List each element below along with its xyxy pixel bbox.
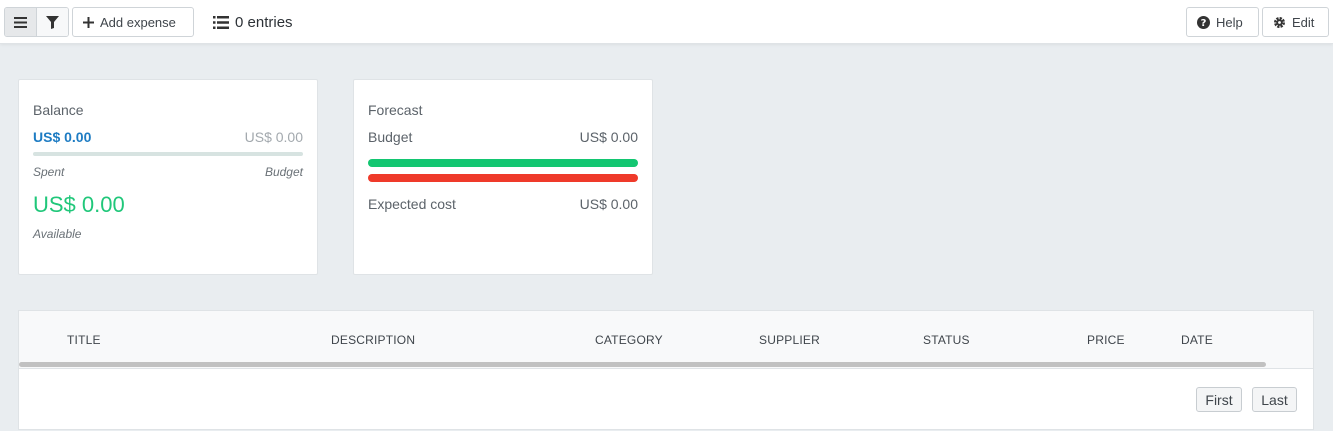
expected-cost-value: US$ 0.00	[579, 196, 638, 212]
budget-bar	[368, 159, 638, 167]
first-page-button[interactable]: First	[1196, 387, 1242, 412]
top-toolbar: Add expense 0 entries ? Help Edit	[0, 0, 1333, 44]
plus-icon	[83, 16, 94, 28]
expected-cost-bar	[368, 174, 638, 182]
help-label: Help	[1216, 14, 1243, 30]
column-header-title[interactable]: TITLE	[67, 333, 101, 347]
spent-value: US$ 0.00	[33, 129, 92, 145]
column-header-status[interactable]: STATUS	[923, 333, 970, 347]
entries-label: 0 entries	[235, 13, 293, 31]
help-button[interactable]: ? Help	[1186, 7, 1259, 37]
horizontal-scrollbar[interactable]	[19, 362, 1266, 367]
view-toggle-group	[4, 7, 69, 37]
balance-title: Balance	[33, 102, 84, 118]
forecast-card: Forecast Budget US$ 0.00 Expected cost U…	[353, 79, 653, 275]
budget-value: US$ 0.00	[244, 129, 303, 145]
last-page-button[interactable]: Last	[1252, 387, 1297, 412]
list-icon	[213, 15, 229, 29]
edit-button[interactable]: Edit	[1262, 7, 1329, 37]
column-header-supplier[interactable]: SUPPLIER	[759, 333, 820, 347]
column-header-description[interactable]: DESCRIPTION	[331, 333, 415, 347]
spent-progress-bar	[33, 152, 303, 156]
forecast-title: Forecast	[368, 102, 423, 118]
column-header-price[interactable]: PRICE	[1087, 333, 1125, 347]
entries-count: 0 entries	[213, 12, 293, 32]
filter-button[interactable]	[36, 8, 68, 36]
available-value: US$ 0.00	[33, 192, 125, 217]
gear-icon	[1273, 16, 1286, 29]
column-header-category[interactable]: CATEGORY	[595, 333, 663, 347]
question-circle-icon: ?	[1197, 15, 1210, 29]
spent-label: Spent	[33, 165, 65, 179]
filter-icon	[45, 15, 59, 29]
menu-button[interactable]	[5, 8, 37, 36]
column-header-date[interactable]: DATE	[1181, 333, 1213, 347]
expected-cost-label: Expected cost	[368, 196, 456, 212]
table-header: TITLE DESCRIPTION CATEGORY SUPPLIER STAT…	[19, 311, 1313, 369]
expenses-table: TITLE DESCRIPTION CATEGORY SUPPLIER STAT…	[18, 310, 1314, 430]
forecast-budget-label: Budget	[368, 129, 413, 145]
add-expense-label: Add expense	[100, 14, 176, 30]
svg-text:?: ?	[1201, 18, 1207, 29]
available-label: Available	[33, 227, 82, 241]
forecast-budget-value: US$ 0.00	[579, 129, 638, 145]
edit-label: Edit	[1292, 14, 1315, 30]
menu-icon	[13, 16, 27, 28]
budget-label: Budget	[264, 165, 303, 179]
add-expense-button[interactable]: Add expense	[72, 7, 194, 37]
balance-card: Balance US$ 0.00 US$ 0.00 Spent Budget U…	[18, 79, 318, 275]
